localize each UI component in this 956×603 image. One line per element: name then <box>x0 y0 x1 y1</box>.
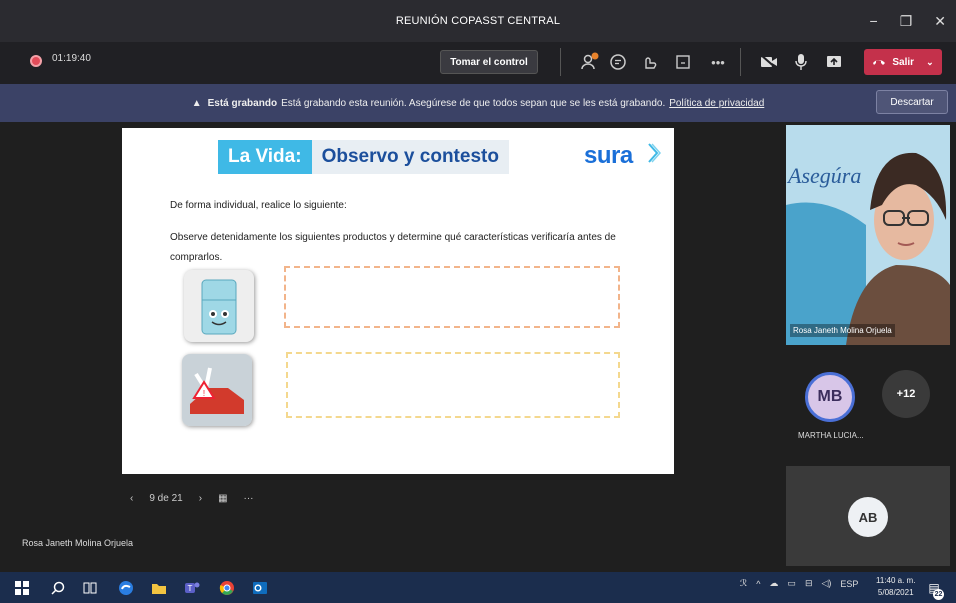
slide-more-icon[interactable]: ··· <box>244 493 254 504</box>
windows-start-icon[interactable] <box>14 580 30 596</box>
chevron-up-icon[interactable]: ^ <box>756 579 760 589</box>
system-tray: ℛ ^ ☁ ▭ ⊟ ◁) ESP <box>740 578 858 589</box>
battery-icon[interactable]: ▭ <box>787 578 796 589</box>
presenter-name: Rosa Janeth Molina Orjuela <box>22 538 134 548</box>
sura-logo: sura <box>584 142 633 169</box>
slide-instruction: De forma individual, realice lo siguient… <box>170 200 347 211</box>
privacy-policy-link[interactable]: Política de privacidad <box>669 98 764 109</box>
camera-off-icon[interactable] <box>758 51 780 73</box>
network-icon[interactable]: ⊟ <box>805 578 813 589</box>
slide-title: La Vida: Observo y contesto <box>218 140 509 174</box>
dismiss-button[interactable]: Descartar <box>876 90 948 114</box>
maximize-button[interactable]: ❐ <box>900 13 913 30</box>
refrigerator-image <box>184 270 254 342</box>
chat-icon[interactable] <box>607 51 629 73</box>
chevron-down-icon[interactable]: ⌄ <box>926 57 934 68</box>
slide-title-subtitle: Observo y contesto <box>311 140 509 174</box>
search-icon[interactable] <box>50 580 66 596</box>
slide-grid-icon[interactable]: ▦ <box>218 493 227 504</box>
participant-name: MARTHA LUCIA... <box>798 431 864 440</box>
previous-slide-icon[interactable]: ‹ <box>130 493 133 504</box>
answer-box-refrigerator[interactable] <box>284 266 620 328</box>
file-explorer-icon[interactable] <box>151 580 167 596</box>
language-indicator[interactable]: ESP <box>840 579 858 589</box>
next-slide-icon[interactable]: › <box>199 493 202 504</box>
take-control-button[interactable]: Tomar el control <box>440 50 538 74</box>
avatar[interactable]: AB <box>848 497 888 537</box>
meeting-timer: 01:19:40 <box>52 53 91 64</box>
notification-count-badge: 22 <box>933 589 944 600</box>
car-accident-image: ! <box>182 354 252 426</box>
edge-browser-icon[interactable] <box>118 580 134 596</box>
leave-button[interactable]: Salir ⌄ <box>864 49 942 75</box>
people-icon[interactable]: ℛ <box>740 578 747 589</box>
more-options-icon[interactable]: ••• <box>707 51 729 73</box>
banner-title: Está grabando <box>207 97 278 109</box>
system-clock[interactable]: 11:40 a. m. 5/08/2021 <box>876 575 915 599</box>
teams-icon[interactable]: T <box>184 580 200 596</box>
window-title-bar: REUNIÓN COPASST CENTRAL <box>0 0 956 42</box>
participant-video[interactable]: Asegúra Rosa Janeth Molina Orjuela <box>786 125 950 345</box>
rooms-icon[interactable] <box>672 51 694 73</box>
window-controls: − ❐ ✕ <box>870 0 946 42</box>
close-button[interactable]: ✕ <box>934 13 946 30</box>
slide-pager: ‹ 9 de 21 › ▦ ··· <box>130 493 254 504</box>
microphone-icon[interactable] <box>790 51 812 73</box>
toolbar-divider <box>740 48 741 76</box>
participants-icon[interactable] <box>579 51 601 73</box>
avatar[interactable]: MB <box>805 372 855 422</box>
leave-label: Salir <box>892 56 915 68</box>
volume-icon[interactable]: ◁) <box>821 578 831 589</box>
toolbar-divider <box>560 48 561 76</box>
presentation-slide: La Vida: Observo y contesto sura De form… <box>122 128 674 474</box>
task-view-icon[interactable] <box>82 580 98 596</box>
clock-date: 5/08/2021 <box>877 588 914 597</box>
chrome-icon[interactable] <box>219 580 235 596</box>
participant-name: Rosa Janeth Molina Orjuela <box>790 324 895 337</box>
recording-banner: ▲ Está grabando Está grabando esta reuni… <box>0 84 956 122</box>
outlook-icon[interactable] <box>252 580 268 596</box>
slide-question: Observe detenidamente los siguientes pro… <box>170 232 616 263</box>
minimize-button[interactable]: − <box>870 13 878 29</box>
video-background-text: Asegúra <box>788 163 862 188</box>
banner-message: Está grabando esta reunión. Asegúrese de… <box>281 97 666 109</box>
reactions-icon[interactable] <box>639 51 661 73</box>
window-title: REUNIÓN COPASST CENTRAL <box>395 15 561 27</box>
share-screen-icon[interactable] <box>823 51 845 73</box>
recording-indicator-icon <box>30 55 42 67</box>
slide-title-label: La Vida: <box>218 140 312 174</box>
warning-icon: ▲ <box>191 97 202 109</box>
clock-time: 11:40 a. m. <box>876 576 916 585</box>
onedrive-icon[interactable]: ☁ <box>769 578 778 589</box>
svg-text:T: T <box>188 584 193 593</box>
slide-page-number: 9 de 21 <box>149 493 183 504</box>
phone-hangup-icon <box>873 60 886 65</box>
answer-box-car-accident[interactable] <box>286 352 620 418</box>
sura-logo-mark-icon <box>648 143 661 163</box>
more-participants-button[interactable]: +12 <box>882 370 930 418</box>
svg-text:!: ! <box>203 389 205 398</box>
